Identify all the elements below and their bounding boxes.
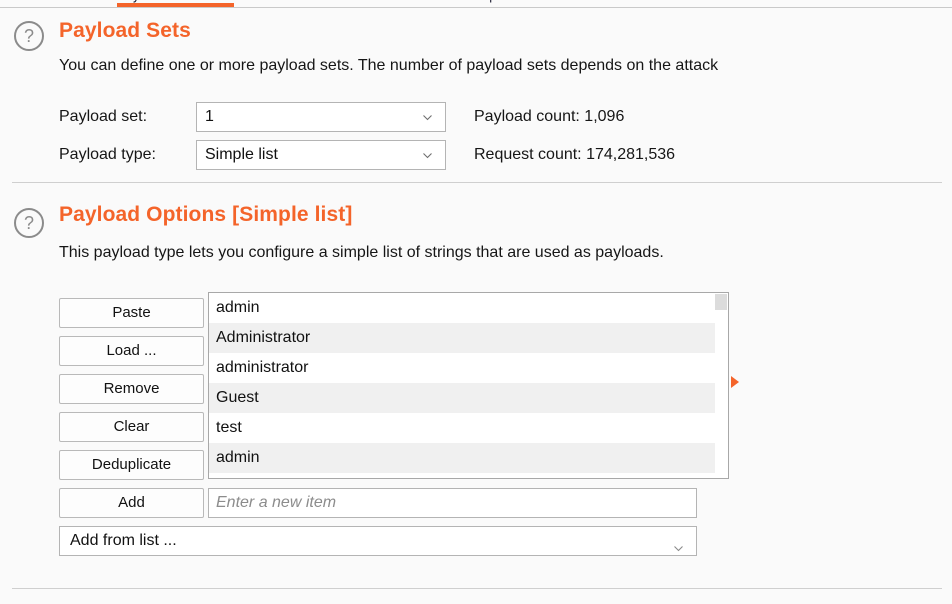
section-divider-bottom (12, 588, 942, 589)
new-item-input[interactable]: Enter a new item (208, 488, 697, 518)
payload-list-item[interactable]: Guest (209, 383, 728, 413)
load-button[interactable]: Load ... (59, 336, 204, 366)
chevron-down-icon (422, 112, 433, 123)
payload-count-text: Payload count: 1,096 (474, 108, 625, 125)
chevron-down-icon (673, 536, 684, 552)
payload-list[interactable]: admin Administrator administrator Guest test… (208, 292, 729, 479)
payload-type-select[interactable]: Simple list (196, 140, 446, 170)
payload-list-item[interactable]: admin (209, 443, 728, 473)
payload-sets-description: You can define one or more payload sets.… (59, 57, 719, 74)
tab-bar: Payloads Resource pool (0, 0, 952, 9)
section-divider-top (12, 182, 942, 183)
payload-sets-title: Payload Sets (59, 19, 191, 42)
payload-list-scroll-thumb[interactable] (715, 294, 727, 310)
tab-bar-divider (0, 7, 952, 8)
clear-button[interactable]: Clear (59, 412, 204, 442)
payload-type-value: Simple list (205, 146, 278, 163)
tab-resource-pool[interactable]: Resource pool (430, 0, 514, 3)
request-count-text: Request count: 174,281,536 (474, 146, 676, 163)
payload-list-scrollbar[interactable] (715, 293, 728, 478)
payload-set-value: 1 (205, 108, 214, 125)
remove-button[interactable]: Remove (59, 374, 204, 404)
add-from-list-label: Add from list ... (70, 532, 177, 549)
add-button[interactable]: Add (59, 488, 204, 518)
payload-list-item[interactable]: admin (209, 293, 728, 323)
paste-button[interactable]: Paste (59, 298, 204, 328)
chevron-down-icon (422, 150, 433, 161)
payload-options-title: Payload Options [Simple list] (59, 203, 353, 226)
payload-list-item[interactable]: Administrator (209, 323, 728, 353)
payload-type-label: Payload type: (59, 146, 156, 163)
payload-sets-help-icon[interactable]: ? (14, 21, 44, 51)
payload-set-select[interactable]: 1 (196, 102, 446, 132)
triangle-right-icon[interactable] (731, 376, 739, 388)
deduplicate-button[interactable]: Deduplicate (59, 450, 204, 480)
add-from-list-select[interactable]: Add from list ... (59, 526, 697, 556)
payload-set-label: Payload set: (59, 108, 148, 125)
payload-options-help-icon[interactable]: ? (14, 208, 44, 238)
payload-list-item[interactable]: administrator (209, 353, 728, 383)
payload-list-item[interactable]: test (209, 413, 728, 443)
payload-list-rows: admin Administrator administrator Guest test… (209, 293, 728, 473)
payload-options-description: This payload type lets you configure a s… (59, 244, 664, 261)
